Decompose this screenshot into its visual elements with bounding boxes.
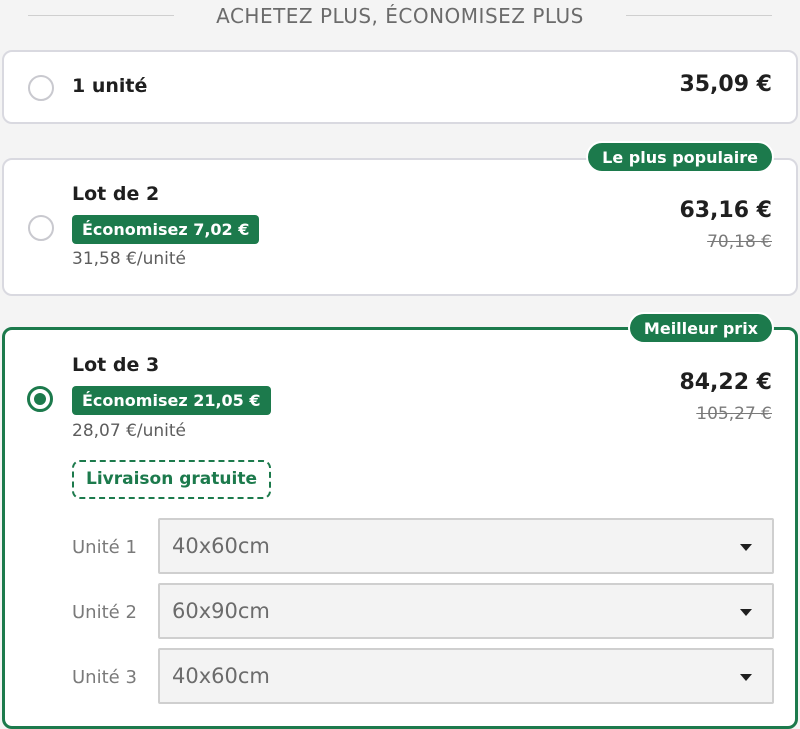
select-value: 40x60cm: [172, 534, 270, 558]
option-old-price: 70,18 €: [707, 232, 772, 252]
unit-label: Unité 2: [72, 602, 137, 623]
header-divider-right: [626, 15, 772, 16]
unit-size-select-3[interactable]: 40x60cm: [158, 648, 774, 704]
unit-label: Unité 1: [72, 537, 137, 558]
bundle-option-1[interactable]: 1 unité 35,09 €: [2, 50, 798, 124]
section-title: ACHETEZ PLUS, ÉCONOMISEZ PLUS: [216, 4, 584, 28]
unit-size-select-1[interactable]: 40x60cm: [158, 518, 774, 574]
savings-badge: Économisez 21,05 €: [72, 386, 271, 415]
radio-dot: [34, 393, 46, 405]
option-price: 35,09 €: [679, 72, 772, 97]
unit-label: Unité 3: [72, 667, 137, 688]
option-price: 84,22 €: [679, 370, 772, 395]
option-title: 1 unité: [72, 75, 148, 97]
popular-ribbon: Le plus populaire: [586, 141, 774, 173]
select-value: 40x60cm: [172, 664, 270, 688]
unit-size-select-2[interactable]: 60x90cm: [158, 583, 774, 639]
unit-price: 28,07 €/unité: [72, 421, 187, 441]
chevron-down-icon: [740, 544, 752, 551]
bundle-option-3[interactable]: Lot de 3 Économisez 21,05 € 28,07 €/unit…: [2, 327, 798, 729]
chevron-down-icon: [740, 609, 752, 616]
section-header: ACHETEZ PLUS, ÉCONOMISEZ PLUS: [0, 0, 800, 32]
radio-option-3[interactable]: [27, 386, 53, 412]
best-price-ribbon: Meilleur prix: [627, 312, 774, 344]
option-old-price: 105,27 €: [696, 404, 772, 424]
radio-option-2[interactable]: [28, 215, 54, 241]
option-title: Lot de 2: [72, 183, 160, 205]
select-value: 60x90cm: [172, 599, 270, 623]
chevron-down-icon: [740, 674, 752, 681]
bundle-option-2[interactable]: Lot de 2 Économisez 7,02 € 31,58 €/unité…: [2, 158, 798, 296]
option-title: Lot de 3: [72, 354, 160, 376]
unit-price: 31,58 €/unité: [72, 249, 187, 269]
savings-badge: Économisez 7,02 €: [72, 215, 260, 244]
free-shipping-badge: Livraison gratuite: [72, 460, 271, 499]
radio-option-1[interactable]: [28, 75, 54, 101]
option-price: 63,16 €: [679, 198, 772, 223]
